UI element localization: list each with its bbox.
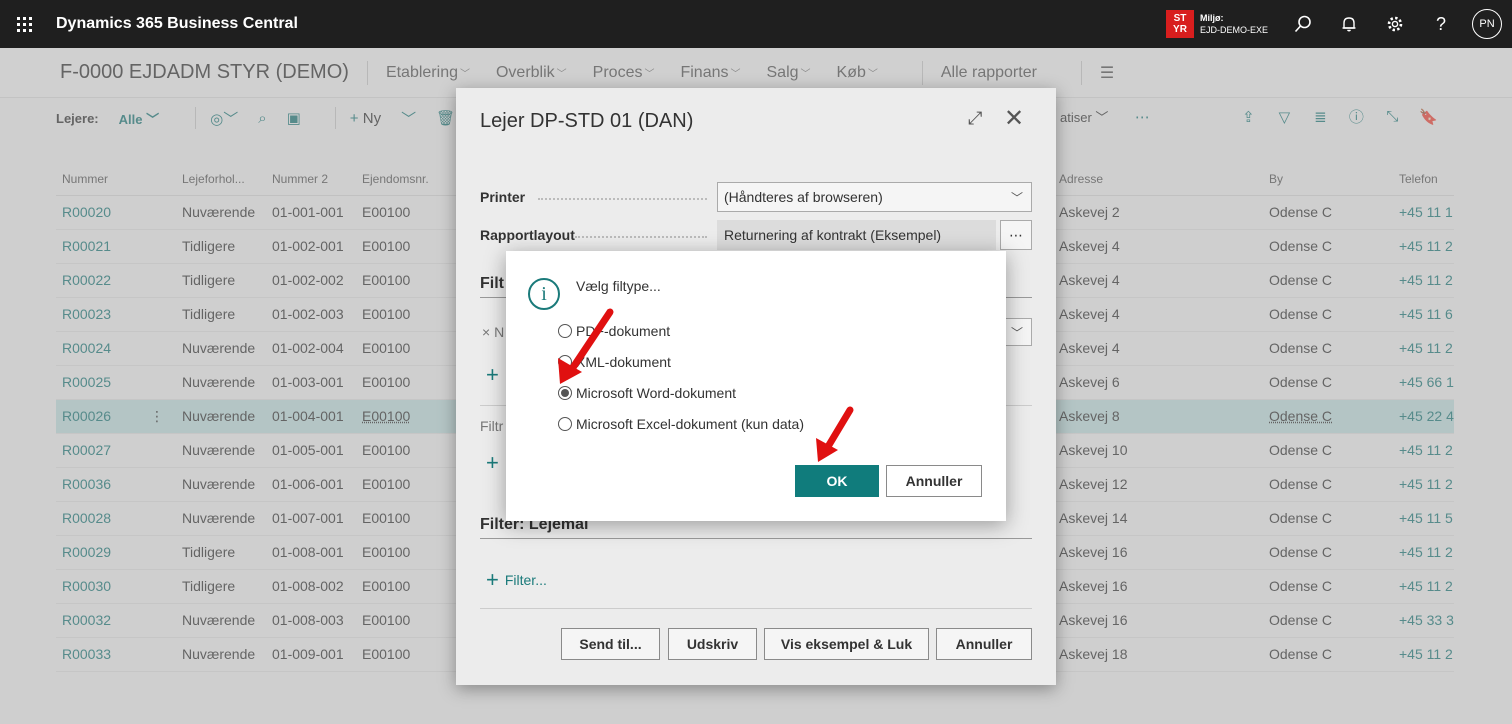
- printer-label-text: Printer: [480, 189, 526, 205]
- app-launcher-button[interactable]: [0, 0, 48, 48]
- dialog-title: Lejer DP-STD 01 (DAN): [480, 110, 694, 132]
- environment-badge: ST YR: [1166, 10, 1194, 38]
- printer-label: Printer: [480, 189, 717, 205]
- radio-button[interactable]: [558, 417, 572, 431]
- help-button[interactable]: ?: [1418, 0, 1464, 48]
- env-badge-line1: ST: [1173, 13, 1187, 24]
- chevron-down-icon: ﹀: [1010, 190, 1023, 205]
- user-avatar[interactable]: PN: [1472, 9, 1502, 39]
- gear-icon: [1387, 16, 1403, 32]
- annotation-arrow-icon: [558, 308, 614, 384]
- close-icon[interactable]: ✕: [1004, 104, 1024, 133]
- filter-row-partial[interactable]: × N: [482, 324, 504, 340]
- search-icon: [1294, 15, 1311, 33]
- layout-lookup-button[interactable]: ⋯: [1000, 220, 1032, 250]
- environment-label: Miljø:: [1200, 13, 1224, 23]
- filter-subtitle-partial: Filtr: [480, 418, 504, 434]
- chevron-down-icon: ﹀: [1010, 325, 1023, 340]
- preview-close-button[interactable]: Vis eksempel & Luk: [764, 628, 929, 660]
- cancel-button[interactable]: Annuller: [936, 628, 1032, 660]
- radio-label: Microsoft Excel-dokument (kun data): [576, 416, 804, 432]
- annotation-arrow-icon: [816, 406, 854, 462]
- environment-info: Miljø: EJD-DEMO-EXE: [1200, 12, 1280, 36]
- layout-label-text: Rapportlayout: [480, 227, 575, 243]
- top-bar: Dynamics 365 Business Central ST YR Milj…: [0, 0, 1512, 48]
- add-filter-label: Filter...: [504, 572, 547, 588]
- add-filter-plus[interactable]: +: [486, 362, 505, 387]
- notifications-button[interactable]: [1326, 0, 1372, 48]
- send-to-button[interactable]: Send til...: [561, 628, 660, 660]
- remove-filter-icon[interactable]: ×: [482, 324, 494, 340]
- question-icon: ?: [1435, 13, 1446, 34]
- radio-option-excel[interactable]: Microsoft Excel-dokument (kun data): [558, 416, 804, 432]
- waffle-icon: [16, 16, 32, 32]
- add-filter-plus[interactable]: +: [486, 450, 505, 475]
- plus-icon: +: [486, 567, 499, 592]
- layout-label: Rapportlayout: [480, 227, 717, 243]
- layout-value: Returnering af kontrakt (Eksempel): [724, 227, 942, 243]
- search-button[interactable]: [1280, 0, 1326, 48]
- divider: [480, 608, 1032, 609]
- app-title[interactable]: Dynamics 365 Business Central: [56, 15, 298, 33]
- bell-icon: [1342, 17, 1356, 32]
- ok-button[interactable]: OK: [795, 465, 879, 497]
- expand-icon[interactable]: ⤢: [968, 108, 982, 129]
- plus-icon: +: [486, 450, 499, 475]
- layout-field-row: Rapportlayout Returnering af kontrakt (E…: [480, 220, 1032, 250]
- add-filter-link[interactable]: + Filter...: [486, 567, 547, 592]
- printer-select[interactable]: (Håndteres af browseren) ﹀: [717, 182, 1032, 212]
- filter-row-label: N: [494, 324, 505, 340]
- plus-icon: +: [486, 362, 499, 387]
- printer-field-row: Printer (Håndteres af browseren) ﹀: [480, 182, 1032, 212]
- env-badge-line2: YR: [1173, 24, 1187, 35]
- settings-button[interactable]: [1372, 0, 1418, 48]
- file-type-prompt: Vælg filtype...: [576, 278, 661, 294]
- layout-field[interactable]: Returnering af kontrakt (Eksempel): [717, 220, 996, 250]
- environment-name: EJD-DEMO-EXE: [1200, 25, 1269, 35]
- print-button[interactable]: Udskriv: [668, 628, 757, 660]
- printer-value: (Håndteres af browseren): [724, 189, 883, 205]
- cancel-button[interactable]: Annuller: [886, 465, 982, 497]
